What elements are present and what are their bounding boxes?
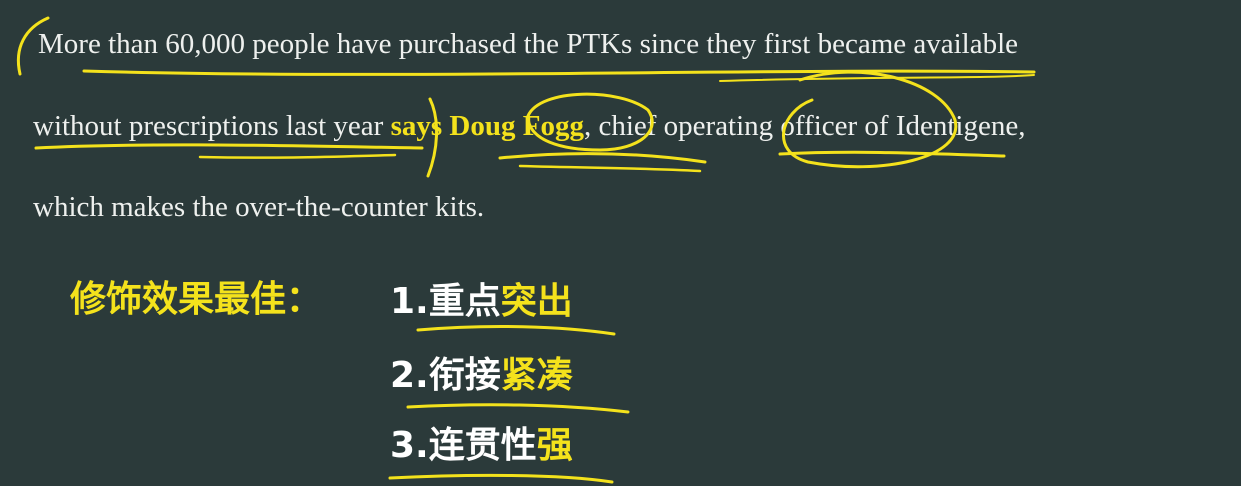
title-underline	[778, 150, 1006, 158]
underline-line-1-tail	[719, 74, 1035, 82]
underline-line-1	[82, 69, 1036, 76]
underline-line-2-left	[34, 143, 424, 150]
separator-slash	[426, 97, 438, 178]
name-underline-2	[518, 164, 702, 173]
point-3-underline	[388, 473, 614, 484]
point-2-underline	[406, 403, 630, 414]
open-bracket-stroke	[16, 16, 50, 76]
underline-line-2-left-2	[198, 153, 397, 159]
name-underline-1	[498, 152, 707, 164]
point-1-underline	[416, 325, 616, 336]
name-circle	[526, 92, 654, 152]
handwritten-annotations	[16, 16, 1036, 484]
